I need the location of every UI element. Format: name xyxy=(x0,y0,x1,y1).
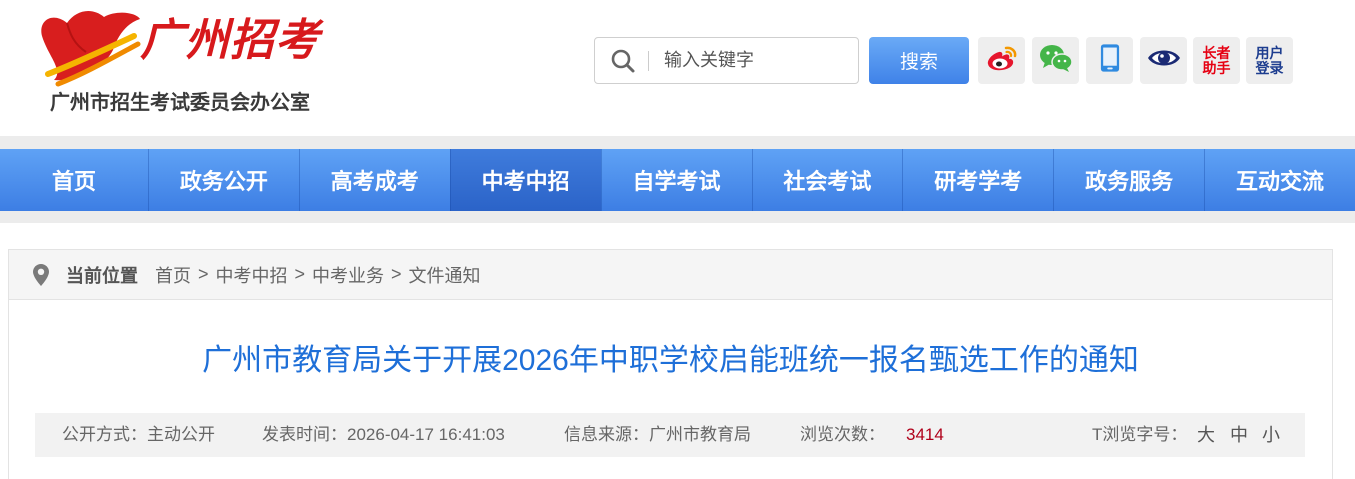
search-icon xyxy=(610,48,636,74)
meta-published-value: 2026-04-17 16:41:03 xyxy=(347,425,505,444)
location-pin-icon xyxy=(33,263,49,286)
breadcrumb-label: 当前位置 xyxy=(66,265,138,286)
nav-item-gaokao[interactable]: 高考成考 xyxy=(298,149,450,211)
meta-disclosure-label: 公开方式： xyxy=(62,425,147,444)
nav-item-gov-services[interactable]: 政务服务 xyxy=(1053,149,1204,211)
meta-source: 信息来源：广州市教育局 xyxy=(564,413,751,457)
breadcrumb-zhongkao[interactable]: 中考中招 xyxy=(216,262,288,288)
elder-assist-button[interactable]: 长者 助手 xyxy=(1193,37,1240,84)
breadcrumb-separator: > xyxy=(391,264,402,284)
meta-views-count: 3414 xyxy=(906,425,944,444)
meta-published-label: 发表时间： xyxy=(262,425,347,444)
font-size-small-button[interactable]: 小 xyxy=(1262,413,1280,457)
breadcrumb: 当前位置 首页 > 中考中招 > 中考业务 > 文件通知 xyxy=(9,250,1332,300)
article-meta-bar: 公开方式：主动公开 发表时间：2026-04-17 16:41:03 信息来源：… xyxy=(35,413,1305,457)
breadcrumb-separator: > xyxy=(198,264,209,284)
search-button[interactable]: 搜索 xyxy=(869,37,969,84)
font-size-large-button[interactable]: 大 xyxy=(1197,413,1215,457)
meta-views-label: 浏览次数： xyxy=(800,425,885,444)
breadcrumb-notices[interactable]: 文件通知 xyxy=(409,262,481,288)
weibo-icon xyxy=(986,44,1018,77)
logo-title: 广州招考 xyxy=(140,16,320,65)
site-logo[interactable]: 广州招考 广州市招生考试委员会办公室 xyxy=(30,2,330,127)
mobile-button[interactable] xyxy=(1086,37,1133,84)
logo-subtitle: 广州市招生考试委员会办公室 xyxy=(50,92,310,114)
search-divider xyxy=(648,51,649,71)
article-panel: 当前位置 首页 > 中考中招 > 中考业务 > 文件通知 广州市教育局关于开展2… xyxy=(8,249,1333,479)
main-nav: 首页 政务公开 高考成考 中考中招 自学考试 社会考试 研考学考 政务服务 互动… xyxy=(0,149,1355,211)
breadcrumb-separator: > xyxy=(294,264,306,284)
user-login-button[interactable]: 用户 登录 xyxy=(1246,37,1293,84)
search-box xyxy=(594,37,859,84)
nav-item-zhongkao[interactable]: 中考中招 xyxy=(449,149,601,211)
elder-assist-line2: 助手 xyxy=(1202,59,1231,76)
nav-item-home[interactable]: 首页 xyxy=(0,149,148,211)
meta-disclosure: 公开方式：主动公开 xyxy=(62,413,215,457)
breadcrumb-zhongkao-business[interactable]: 中考业务 xyxy=(312,262,384,288)
site-header: 广州招考 广州市招生考试委员会办公室 搜索 xyxy=(0,0,1355,136)
nav-item-self-study[interactable]: 自学考试 xyxy=(600,149,752,211)
meta-font-size-label: T浏览字号： xyxy=(1092,425,1188,444)
weibo-button[interactable] xyxy=(978,37,1025,84)
meta-published: 发表时间：2026-04-17 16:41:03 xyxy=(262,413,505,457)
meta-disclosure-value: 主动公开 xyxy=(147,425,215,444)
breadcrumb-home[interactable]: 首页 xyxy=(155,262,191,288)
nav-item-social-exams[interactable]: 社会考试 xyxy=(751,149,903,211)
wechat-icon xyxy=(1039,43,1073,78)
meta-source-label: 信息来源： xyxy=(564,425,649,444)
accessibility-button[interactable] xyxy=(1140,37,1187,84)
article-title: 广州市教育局关于开展2026年中职学校启能班统一报名甄选工作的通知 xyxy=(202,344,1139,377)
user-login-line1: 用户 xyxy=(1255,44,1284,61)
meta-source-value: 广州市教育局 xyxy=(649,425,751,444)
nav-wrapper: 首页 政务公开 高考成考 中考中招 自学考试 社会考试 研考学考 政务服务 互动… xyxy=(0,136,1355,223)
eye-icon xyxy=(1146,46,1182,75)
elder-assist-line1: 长者 xyxy=(1202,44,1231,61)
wechat-button[interactable] xyxy=(1032,37,1079,84)
nav-item-gov-affairs[interactable]: 政务公开 xyxy=(148,149,299,211)
nav-item-interaction[interactable]: 互动交流 xyxy=(1204,149,1355,211)
user-login-line2: 登录 xyxy=(1255,59,1284,76)
nav-item-postgrad[interactable]: 研考学考 xyxy=(902,149,1053,211)
font-size-medium-button[interactable]: 中 xyxy=(1230,413,1248,457)
mobile-icon xyxy=(1100,43,1120,78)
tulip-logo-icon xyxy=(34,6,142,95)
search-input[interactable] xyxy=(664,38,849,83)
